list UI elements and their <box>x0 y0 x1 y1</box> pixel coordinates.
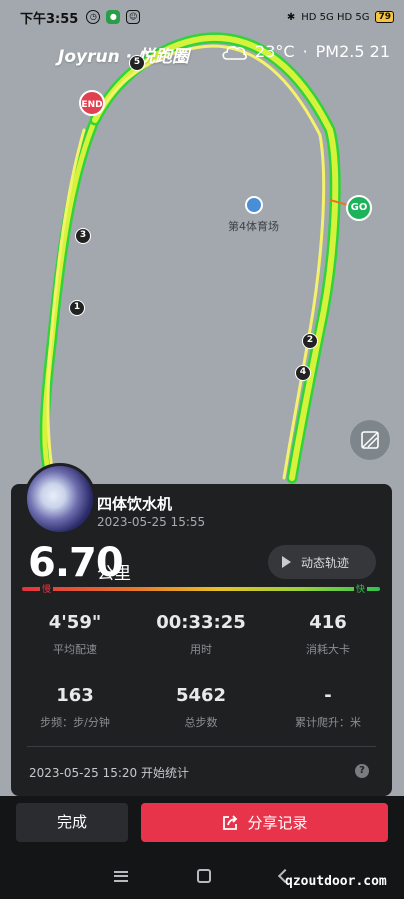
km-marker-4: 4 <box>295 365 311 381</box>
start-time-row: 2023-05-25 15:20 开始统计 <box>29 766 189 780</box>
stat-duration: 00:33:25 用时 <box>146 612 256 657</box>
stat-calories: 416 消耗大卡 <box>273 612 383 657</box>
help-icon[interactable]: ? <box>355 764 369 778</box>
user-name: 四体饮水机 <box>97 495 173 513</box>
venue-label: 第4体育场 <box>228 220 279 233</box>
km-marker-3: 3 <box>75 228 91 244</box>
stat-value: 416 <box>309 612 347 633</box>
stat-label: 平均配速 <box>53 643 97 656</box>
end-marker: END <box>79 90 105 116</box>
venue-poi[interactable]: 第4体育场 <box>228 196 279 234</box>
image-map-icon <box>361 431 379 449</box>
wechat-icon: ● <box>106 10 121 24</box>
app-notification-icon: ☺ <box>126 10 141 24</box>
share-label: 分享记录 <box>247 814 308 832</box>
km-marker-1: 1 <box>69 300 85 316</box>
home-icon[interactable] <box>196 869 211 883</box>
status-time: 下午3:55 <box>20 11 79 27</box>
stat-value: 5462 <box>175 685 227 706</box>
stat-value: 4'59" <box>48 612 102 633</box>
stat-avg-pace: 4'59" 平均配速 <box>20 612 130 657</box>
share-record-button[interactable]: 分享记录 <box>141 803 388 842</box>
alarm-icon: ◷ <box>86 10 101 24</box>
km-marker-2: 2 <box>302 333 318 349</box>
battery-icon: 79 <box>375 11 394 23</box>
watermark: qzoutdoor.com <box>285 874 387 889</box>
pace-fast-label: 快 <box>354 582 368 595</box>
status-bar: 下午3:55 ◷ ● ☺ ✱ HD 5G HD 5G 79 <box>0 0 404 34</box>
stat-label: 步频：步/分钟 <box>40 716 110 729</box>
cloud-icon <box>222 45 247 60</box>
stat-label: 累计爬升：米 <box>295 716 361 729</box>
signal-text: HD 5G HD 5G <box>301 11 370 23</box>
stat-cadence: 163 步频：步/分钟 <box>20 685 130 730</box>
bluetooth-icon: ✱ <box>286 11 296 23</box>
stat-steps: 5462 总步数 <box>146 685 256 730</box>
stat-value: 00:33:25 <box>156 612 246 633</box>
divider <box>27 746 376 747</box>
joyrun-logo: Joyrun · 悦跑圈 <box>58 47 189 67</box>
stat-label: 用时 <box>190 643 212 656</box>
play-icon <box>282 556 291 568</box>
map-fullscreen-button[interactable] <box>349 419 391 461</box>
weather-info: 23°C · PM2.5 21 <box>221 42 390 61</box>
avatar[interactable] <box>24 463 96 535</box>
menu-icon[interactable] <box>114 870 129 882</box>
stat-value: 163 <box>56 685 94 706</box>
temperature: 23°C <box>255 42 295 61</box>
pace-gradient-bar <box>22 587 380 591</box>
stat-label: 消耗大卡 <box>306 643 350 656</box>
stat-elevation: - 累计爬升：米 <box>273 685 383 730</box>
replay-label: 动态轨迹 <box>301 555 350 570</box>
replay-track-button[interactable]: 动态轨迹 <box>268 545 376 579</box>
distance-unit: 公里 <box>97 564 131 584</box>
km-marker-5: 5 <box>129 55 145 71</box>
pace-slow-label: 慢 <box>40 582 54 595</box>
air-quality: PM2.5 21 <box>315 42 390 61</box>
stadium-icon <box>244 196 263 214</box>
weather-separator: · <box>302 42 308 61</box>
start-marker: GO <box>346 195 372 221</box>
stat-label: 总步数 <box>184 716 218 729</box>
stat-value: - <box>324 685 332 706</box>
done-button[interactable]: 完成 <box>16 803 128 842</box>
share-icon <box>223 814 238 830</box>
run-datetime: 2023-05-25 15:55 <box>97 515 206 529</box>
